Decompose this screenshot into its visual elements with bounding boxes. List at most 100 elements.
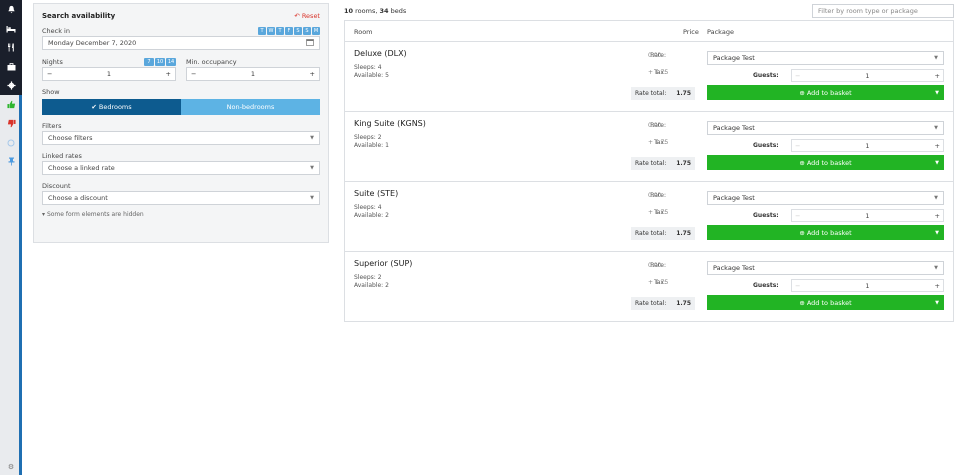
guests-label: Guests: bbox=[753, 72, 779, 79]
min-occupancy-stepper: − 1 + bbox=[186, 67, 320, 81]
weekday-button[interactable]: W bbox=[267, 26, 275, 35]
nights-preset-button[interactable]: 10 bbox=[155, 57, 165, 66]
weekday-button[interactable]: T bbox=[276, 26, 284, 35]
rate-value: 0.00 bbox=[648, 52, 662, 59]
thumbs-down-icon[interactable] bbox=[0, 114, 22, 133]
room-row: Suite (STE) Sleeps: 4 Available: 2 Rate:… bbox=[344, 182, 954, 252]
col-room: Room bbox=[354, 28, 373, 36]
plus-button[interactable]: + bbox=[310, 70, 315, 78]
pin-icon[interactable] bbox=[0, 152, 22, 171]
guests-value[interactable]: 1 bbox=[865, 142, 869, 150]
plus-button[interactable]: + bbox=[935, 282, 940, 290]
plus-button[interactable]: + bbox=[935, 142, 940, 150]
chevron-down-icon: ▼ bbox=[310, 165, 314, 171]
chevron-down-icon[interactable]: ▼ bbox=[935, 300, 939, 306]
briefcase-icon[interactable] bbox=[0, 57, 22, 76]
bedrooms-toggle-button[interactable]: ✔ Bedrooms bbox=[42, 99, 181, 115]
minus-button[interactable]: − bbox=[795, 282, 800, 290]
calendar-icon[interactable] bbox=[306, 38, 314, 48]
chevron-down-icon[interactable]: ▼ bbox=[935, 160, 939, 166]
gear-icon[interactable] bbox=[0, 76, 22, 95]
linked-rates-select[interactable]: Choose a linked rate ▼ bbox=[42, 161, 320, 175]
checkin-label: Check in bbox=[42, 26, 70, 35]
nights-preset-button[interactable]: 7 bbox=[144, 57, 154, 66]
guests-stepper: − 1 + bbox=[791, 139, 944, 152]
checkin-value: Monday December 7, 2020 bbox=[48, 39, 137, 47]
add-to-basket-button[interactable]: ⊕ Add to basket ▼ bbox=[707, 295, 944, 310]
room-meta: Sleeps: 2 Available: 1 bbox=[354, 134, 389, 150]
nights-preset-button[interactable]: 14 bbox=[166, 57, 176, 66]
chevron-down-icon[interactable]: ▼ bbox=[935, 90, 939, 96]
plus-button[interactable]: + bbox=[935, 212, 940, 220]
nonbedrooms-toggle-button[interactable]: Non-bedrooms bbox=[181, 99, 320, 115]
discount-placeholder: Choose a discount bbox=[48, 194, 108, 202]
nights-value[interactable]: 1 bbox=[107, 70, 111, 78]
weekday-button[interactable]: M bbox=[312, 26, 320, 35]
guests-value[interactable]: 1 bbox=[865, 212, 869, 220]
add-to-basket-button[interactable]: ⊕ Add to basket ▼ bbox=[707, 85, 944, 100]
rate-total-value: 1.75 bbox=[676, 230, 691, 237]
rate-total-label: Rate total: bbox=[635, 90, 667, 97]
weekday-button[interactable]: S bbox=[294, 26, 302, 35]
minus-button[interactable]: − bbox=[795, 142, 800, 150]
package-select[interactable]: Package Test ▼ bbox=[707, 121, 944, 135]
weekday-button[interactable]: S bbox=[303, 26, 311, 35]
minus-button[interactable]: − bbox=[795, 72, 800, 80]
plus-button[interactable]: + bbox=[935, 72, 940, 80]
package-select[interactable]: Package Test ▼ bbox=[707, 51, 944, 65]
minus-button[interactable]: − bbox=[191, 70, 196, 78]
rate-value: 0.00 bbox=[648, 122, 662, 129]
chevron-down-icon[interactable]: ▼ bbox=[935, 230, 939, 236]
rate-total-value: 1.75 bbox=[676, 160, 691, 167]
room-sleeps: Sleeps: 4 bbox=[354, 64, 382, 71]
rate-value: 0.00 bbox=[648, 192, 662, 199]
weekday-button[interactable]: F bbox=[285, 26, 293, 35]
nights-label: Nights bbox=[42, 57, 63, 66]
guests-label: Guests: bbox=[753, 212, 779, 219]
rate-total-label: Rate total: bbox=[635, 160, 667, 167]
bed-icon[interactable] bbox=[0, 19, 22, 38]
room-row: Superior (SUP) Sleeps: 2 Available: 2 Ra… bbox=[344, 252, 954, 322]
add-label: Add to basket bbox=[806, 228, 852, 237]
caret-down-icon: ▾ bbox=[42, 211, 46, 218]
add-to-basket-button[interactable]: ⊕ Add to basket ▼ bbox=[707, 225, 944, 240]
package-select[interactable]: Package Test ▼ bbox=[707, 261, 944, 275]
hidden-elements-toggle[interactable]: ▾ Some form elements are hidden bbox=[42, 211, 320, 218]
checkin-field[interactable]: Monday December 7, 2020 bbox=[42, 36, 320, 50]
weekday-button[interactable]: T bbox=[258, 26, 266, 35]
min-occupancy-value[interactable]: 1 bbox=[251, 70, 255, 78]
guests-value[interactable]: 1 bbox=[865, 72, 869, 80]
chevron-down-icon: ▼ bbox=[934, 125, 938, 131]
circle-icon[interactable] bbox=[0, 133, 22, 152]
chevron-down-icon: ▼ bbox=[310, 135, 314, 141]
results-summary: 10 rooms, 34 beds bbox=[344, 7, 406, 15]
rate-total: Rate total: 1.75 bbox=[631, 157, 695, 170]
room-filter-input[interactable]: Filter by room type or package bbox=[812, 3, 954, 18]
filters-select[interactable]: Choose filters ▼ bbox=[42, 131, 320, 145]
plus-circle-icon: ⊕ bbox=[799, 88, 805, 97]
room-sleeps: Sleeps: 2 bbox=[354, 274, 382, 281]
discount-select[interactable]: Choose a discount ▼ bbox=[42, 191, 320, 205]
beds-count: 34 bbox=[379, 6, 389, 15]
add-to-basket-button[interactable]: ⊕ Add to basket ▼ bbox=[707, 155, 944, 170]
package-select[interactable]: Package Test ▼ bbox=[707, 191, 944, 205]
minus-button[interactable]: − bbox=[47, 70, 52, 78]
plus-button[interactable]: + bbox=[166, 70, 171, 78]
cutlery-icon[interactable] bbox=[0, 38, 22, 57]
nights-stepper: − 1 + bbox=[42, 67, 176, 81]
hidden-note-label: Some form elements are hidden bbox=[46, 211, 144, 218]
room-available: Available: 2 bbox=[354, 212, 389, 219]
search-title: Search availability bbox=[42, 12, 116, 20]
guests-value[interactable]: 1 bbox=[865, 282, 869, 290]
reset-link[interactable]: ↶ Reset bbox=[294, 12, 320, 20]
minus-button[interactable]: − bbox=[795, 212, 800, 220]
settings-small-icon[interactable]: ⚙ bbox=[0, 463, 22, 471]
linked-rates-label: Linked rates bbox=[42, 152, 82, 160]
room-row: King Suite (KGNS) Sleeps: 2 Available: 1… bbox=[344, 112, 954, 182]
add-label: Add to basket bbox=[806, 298, 852, 307]
rooms-word: rooms, bbox=[355, 6, 378, 15]
weekday-buttons: T W T F S S M bbox=[258, 26, 320, 35]
bell-icon[interactable] bbox=[0, 0, 22, 19]
results-panel: 10 rooms, 34 beds Filter by room type or… bbox=[344, 3, 954, 322]
thumbs-up-icon[interactable] bbox=[0, 95, 22, 114]
